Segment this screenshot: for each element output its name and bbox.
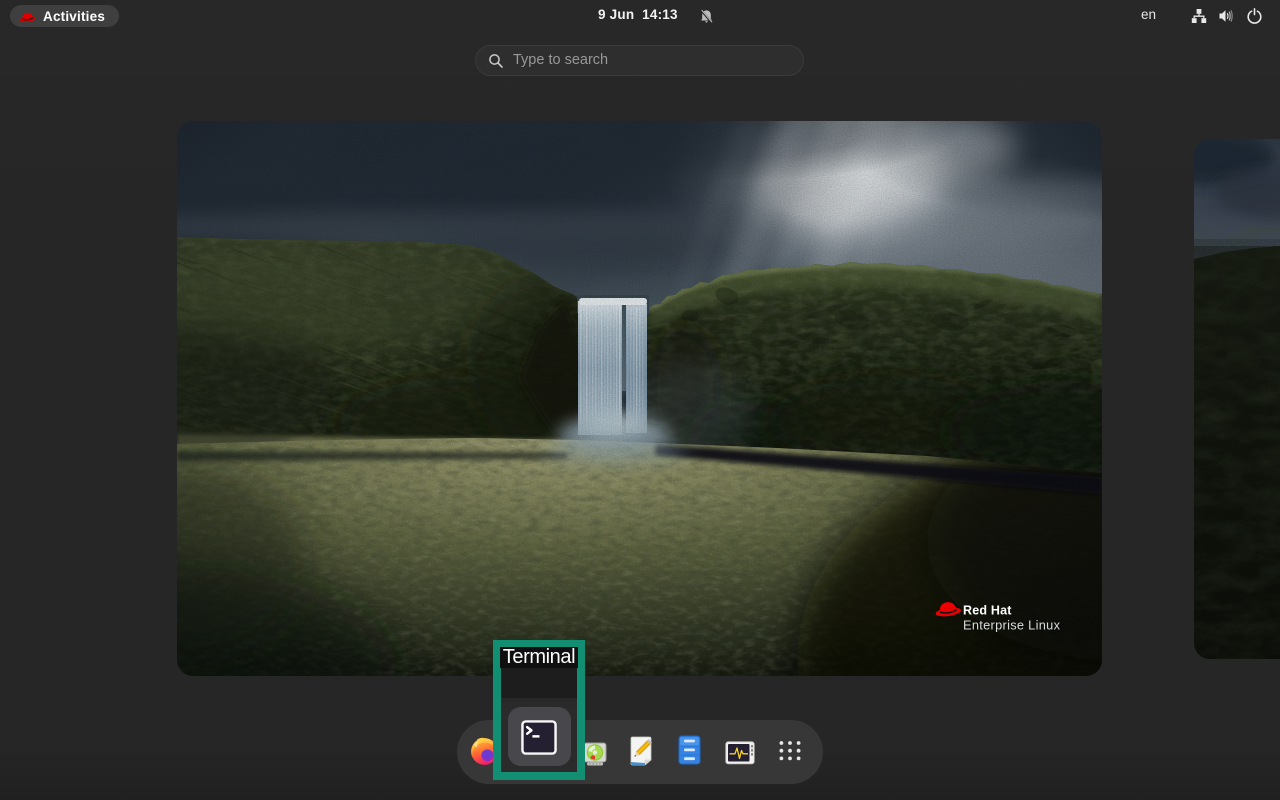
svg-text:Enterprise Linux: Enterprise Linux [963, 618, 1061, 633]
svg-text:Red Hat: Red Hat [963, 604, 1012, 618]
